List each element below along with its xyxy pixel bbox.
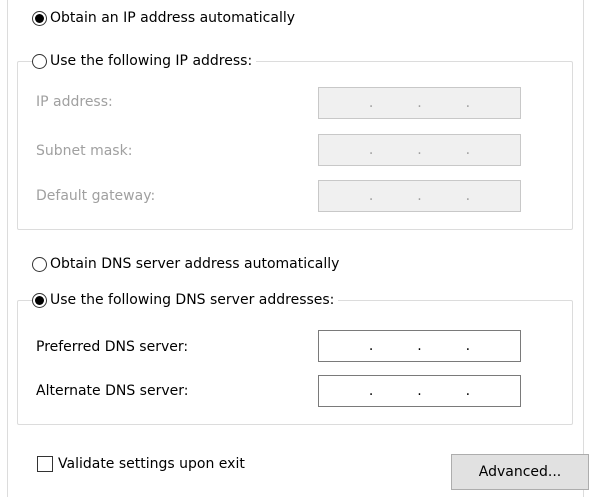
preferred-dns-input[interactable]: . . . [318,330,521,362]
alternate-dns-input[interactable]: . . . [318,375,521,407]
obtain-ip-auto-label: Obtain an IP address automatically [50,10,296,26]
preferred-dns-label: Preferred DNS server: [36,339,189,355]
use-following-ip-label: Use the following IP address: [50,53,253,69]
default-gateway-input[interactable]: . . . [318,180,521,212]
radio-unchecked-icon [32,53,47,69]
obtain-dns-auto-radio[interactable]: Obtain DNS server address automatically [32,256,344,272]
radio-checked-icon [32,292,47,308]
subnet-mask-input[interactable]: . . . [318,134,521,166]
obtain-dns-auto-label: Obtain DNS server address automatically [50,256,340,272]
ip-address-input[interactable]: . . . [318,87,521,119]
use-following-ip-radio[interactable]: Use the following IP address: [32,53,257,69]
ip-address-label: IP address: [36,94,113,110]
validate-settings-label: Validate settings upon exit [58,456,245,472]
radio-unchecked-icon [32,256,47,272]
obtain-ip-auto-radio[interactable]: Obtain an IP address automatically [32,10,300,26]
default-gateway-label: Default gateway: [36,188,156,204]
radio-checked-icon [32,10,47,26]
checkbox-unchecked-icon [37,456,53,472]
use-following-dns-label: Use the following DNS server addresses: [50,292,335,308]
validate-settings-checkbox[interactable]: Validate settings upon exit [37,456,245,472]
alternate-dns-label: Alternate DNS server: [36,383,189,399]
use-following-dns-radio[interactable]: Use the following DNS server addresses: [32,292,339,308]
advanced-button[interactable]: Advanced... [451,454,589,490]
subnet-mask-label: Subnet mask: [36,143,133,159]
